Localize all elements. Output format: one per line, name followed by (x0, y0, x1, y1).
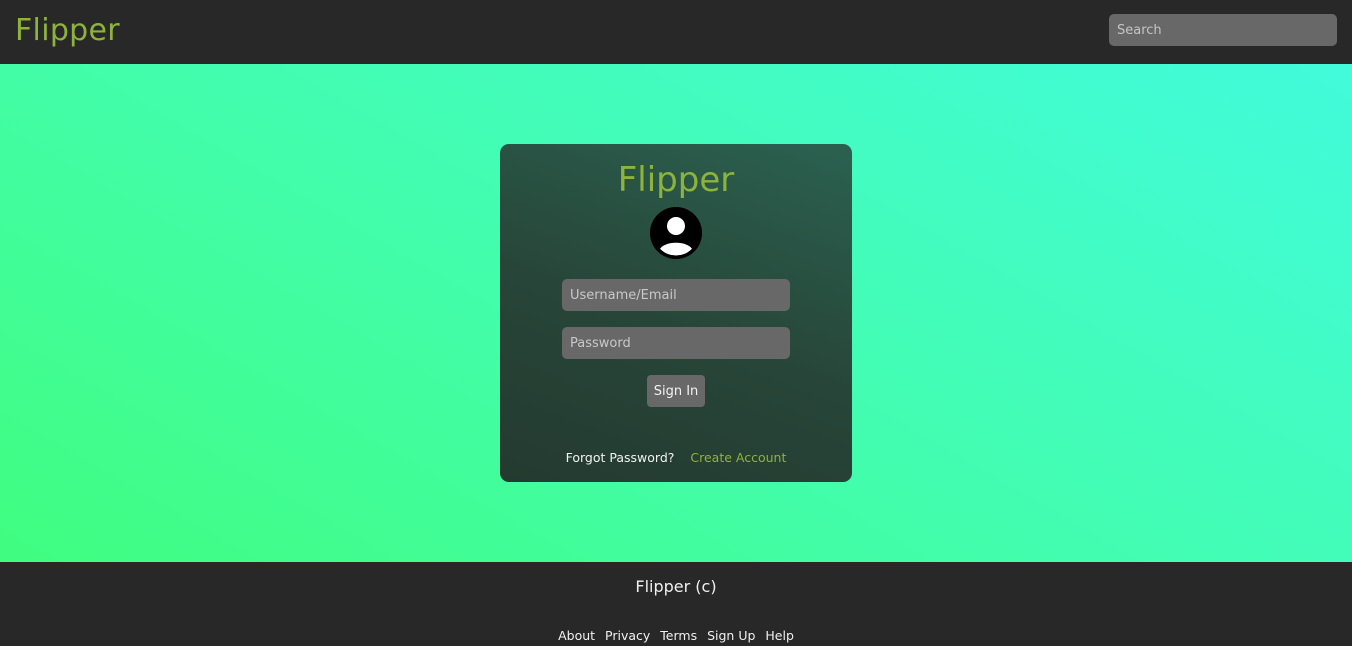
footer-link-terms[interactable]: Terms (660, 628, 697, 643)
sign-in-button[interactable]: Sign In (647, 375, 705, 407)
brand-logo[interactable]: Flipper (15, 12, 120, 50)
top-navbar: Flipper (0, 0, 1352, 64)
footer-link-sign-up[interactable]: Sign Up (707, 628, 755, 643)
forgot-password-link[interactable]: Forgot Password? (566, 450, 675, 465)
login-title: Flipper (617, 160, 735, 200)
footer: Flipper (c) About Privacy Terms Sign Up … (0, 562, 1352, 646)
footer-title: Flipper (c) (635, 577, 717, 596)
password-field[interactable] (562, 327, 790, 359)
hero-section: Flipper Sign In Forgot Password? Create … (0, 64, 1352, 562)
create-account-link[interactable]: Create Account (690, 450, 786, 465)
footer-nav: About Privacy Terms Sign Up Help (0, 628, 1352, 643)
login-links: Forgot Password? Create Account (500, 450, 852, 465)
footer-link-privacy[interactable]: Privacy (605, 628, 650, 643)
footer-link-about[interactable]: About (558, 628, 595, 643)
search-input[interactable] (1109, 14, 1337, 46)
footer-link-help[interactable]: Help (765, 628, 794, 643)
login-card: Flipper Sign In Forgot Password? Create … (500, 144, 852, 482)
username-field[interactable] (562, 279, 790, 311)
user-avatar-icon (650, 207, 702, 259)
